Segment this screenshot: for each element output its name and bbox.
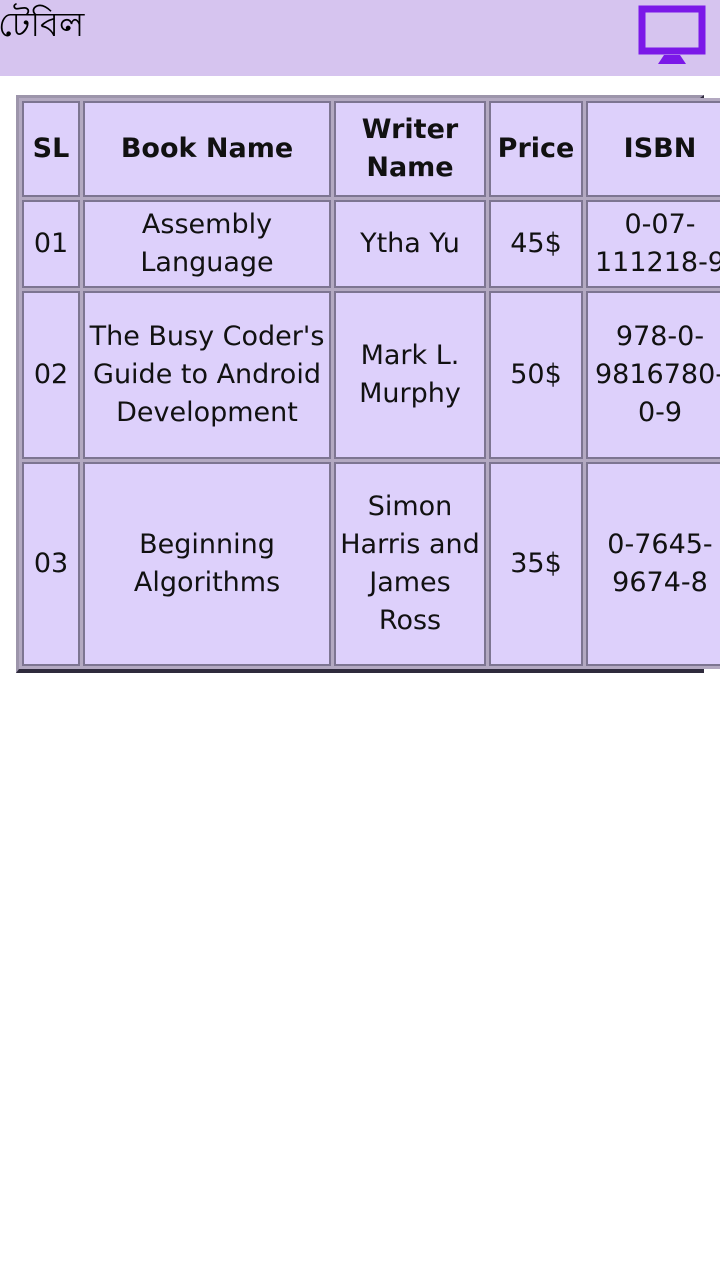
cell-sl: 02 — [22, 291, 80, 459]
cell-sl: 03 — [22, 462, 80, 666]
cell-price: 50$ — [489, 291, 583, 459]
cell-book: Beginning Algorithms — [83, 462, 331, 666]
table-header-row: SL Book Name Writer Name Price ISBN — [22, 101, 720, 197]
cell-writer: Mark L. Murphy — [334, 291, 486, 459]
table-row: 03 Beginning Algorithms Simon Harris and… — [22, 462, 720, 666]
cell-book: The Busy Coder's Guide to Android Develo… — [83, 291, 331, 459]
column-header-sl: SL — [22, 101, 80, 197]
app-bar: টেবিল — [0, 0, 720, 76]
table-row: 02 The Busy Coder's Guide to Android Dev… — [22, 291, 720, 459]
cell-price: 45$ — [489, 200, 583, 288]
cell-writer: Ytha Yu — [334, 200, 486, 288]
cell-isbn: 978-0-9816780-0-9 — [586, 291, 720, 459]
column-header-writer: Writer Name — [334, 101, 486, 197]
cell-writer: Simon Harris and James Ross — [334, 462, 486, 666]
books-table: SL Book Name Writer Name Price ISBN 01 A… — [19, 98, 720, 669]
column-header-price: Price — [489, 101, 583, 197]
cell-price: 35$ — [489, 462, 583, 666]
cell-sl: 01 — [22, 200, 80, 288]
app-title: টেবিল — [0, 5, 85, 45]
column-header-isbn: ISBN — [586, 101, 720, 197]
column-header-book: Book Name — [83, 101, 331, 197]
table-row: 01 Assembly Language Ytha Yu 45$ 0-07-11… — [22, 200, 720, 288]
cell-book: Assembly Language — [83, 200, 331, 288]
cell-isbn: 0-07-111218-9 — [586, 200, 720, 288]
cell-isbn: 0-7645-9674-8 — [586, 462, 720, 666]
books-table-container: SL Book Name Writer Name Price ISBN 01 A… — [16, 95, 720, 673]
monitor-icon[interactable] — [636, 5, 708, 67]
